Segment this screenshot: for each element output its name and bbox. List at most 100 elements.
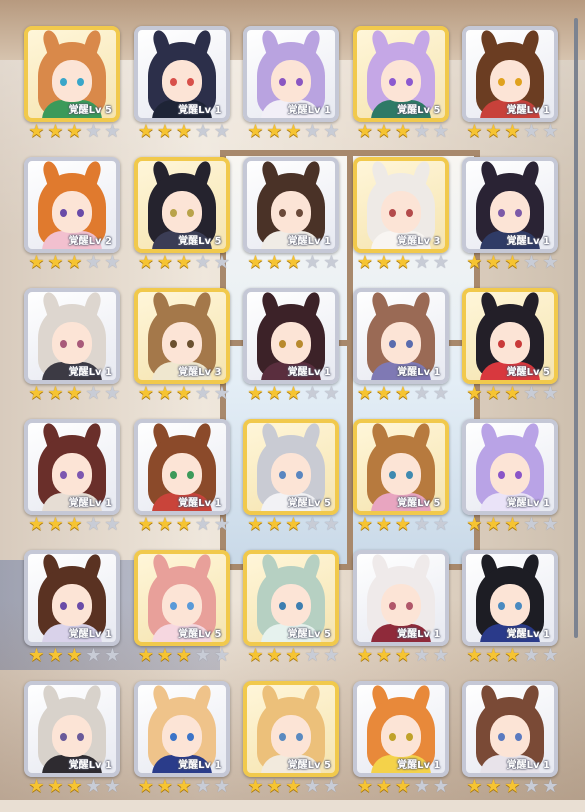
face (161, 191, 202, 233)
character-card[interactable]: 覚醒Lv 1 ★ ★ ★ ★ ★ (352, 288, 451, 419)
character-card[interactable]: 覚醒Lv 5 ★ ★ ★ ★ ★ (243, 419, 340, 550)
card-frame[interactable]: 覚醒Lv 1 (133, 419, 230, 515)
card-frame[interactable]: 覚醒Lv 1 (352, 288, 449, 384)
card-frame[interactable]: 覚醒Lv 1 (243, 157, 339, 253)
awakening-level-label: 覚醒Lv 5 (397, 498, 441, 509)
card-frame[interactable]: 覚醒Lv 1 (24, 288, 120, 384)
star-icon: ★ (247, 514, 264, 535)
character-card[interactable]: 覚醒Lv 1 ★ ★ ★ ★ ★ (243, 288, 340, 419)
eye-right (186, 602, 194, 610)
character-card[interactable]: 覚醒Lv 5 ★ ★ ★ ★ ★ (133, 157, 230, 288)
character-card[interactable]: 覚醒Lv 1 ★ ★ ★ ★ ★ (462, 26, 560, 157)
card-frame[interactable]: 覚醒Lv 5 (243, 550, 339, 646)
card-frame[interactable]: 覚醒Lv 1 (462, 419, 558, 515)
card-frame[interactable]: 覚醒Lv 1 (24, 681, 120, 777)
character-card[interactable]: 覚醒Lv 1 ★ ★ ★ ★ ★ (24, 288, 121, 419)
card-frame[interactable]: 覚醒Lv 5 (352, 419, 449, 515)
eye-right (405, 471, 413, 479)
card-frame[interactable]: 覚醒Lv 1 (462, 681, 558, 777)
card-frame[interactable]: 覚醒Lv 5 (352, 26, 449, 122)
card-frame[interactable]: 覚醒Lv 1 (352, 550, 449, 646)
star-icon: ★ (213, 514, 231, 535)
character-card[interactable]: 覚醒Lv 3 ★ ★ ★ ★ ★ (352, 157, 450, 288)
character-card[interactable]: 覚醒Lv 1 ★ ★ ★ ★ ★ (462, 550, 559, 681)
star-rating: ★ ★ ★ ★ ★ (27, 646, 122, 665)
star-icon: ★ (504, 645, 521, 666)
star-icon: ★ (66, 514, 83, 535)
star-icon: ★ (266, 776, 283, 797)
character-card[interactable]: 覚醒Lv 5 ★ ★ ★ ★ ★ (462, 288, 559, 419)
face (380, 453, 421, 495)
card-frame[interactable]: 覚醒Lv 5 (243, 681, 339, 777)
card-frame[interactable]: 覚醒Lv 3 (133, 288, 230, 384)
character-card[interactable]: 覚醒Lv 1 ★ ★ ★ ★ ★ (133, 26, 230, 157)
character-card[interactable]: 覚醒Lv 2 ★ ★ ★ ★ ★ (24, 157, 121, 288)
awakening-level-label: 覚醒Lv 5 (287, 498, 331, 509)
card-frame[interactable]: 覚醒Lv 1 (462, 26, 558, 122)
eye-left (60, 209, 67, 217)
card-frame[interactable]: 覚醒Lv 1 (133, 26, 230, 122)
star-icon: ★ (432, 252, 450, 273)
eye-left (498, 602, 505, 610)
star-rating: ★ ★ ★ ★ ★ (356, 384, 451, 403)
card-frame[interactable]: 覚醒Lv 2 (24, 157, 120, 253)
character-card[interactable]: 覚醒Lv 5 ★ ★ ★ ★ ★ (243, 681, 340, 812)
star-icon: ★ (394, 776, 412, 797)
character-card[interactable]: 覚醒Lv 1 ★ ★ ★ ★ ★ (24, 681, 121, 812)
star-icon: ★ (28, 776, 45, 797)
character-card[interactable]: 覚醒Lv 1 ★ ★ ★ ★ ★ (243, 157, 340, 288)
face (161, 584, 202, 626)
eye-left (279, 78, 286, 86)
eye-left (388, 78, 396, 86)
character-card[interactable]: 覚醒Lv 1 ★ ★ ★ ★ ★ (133, 419, 232, 550)
character-card[interactable]: 覚醒Lv 1 ★ ★ ★ ★ ★ (352, 550, 449, 681)
character-card[interactable]: 覚醒Lv 1 ★ ★ ★ ★ ★ (462, 419, 560, 550)
star-icon: ★ (28, 383, 45, 404)
character-card[interactable]: 覚醒Lv 5 ★ ★ ★ ★ ★ (133, 550, 231, 681)
card-frame[interactable]: 覚醒Lv 1 (133, 681, 230, 777)
character-card[interactable]: 覚醒Lv 1 ★ ★ ★ ★ ★ (462, 157, 559, 288)
star-rating: ★ ★ ★ ★ ★ (465, 515, 560, 534)
character-card[interactable]: 覚醒Lv 1 ★ ★ ★ ★ ★ (462, 681, 559, 812)
character-card[interactable]: 覚醒Lv 1 ★ ★ ★ ★ ★ (24, 419, 121, 550)
character-card[interactable]: 覚醒Lv 1 ★ ★ ★ ★ ★ (352, 681, 449, 812)
card-frame[interactable]: 覚醒Lv 1 (462, 157, 558, 253)
star-icon: ★ (394, 252, 412, 273)
card-frame[interactable]: 覚醒Lv 5 (24, 26, 120, 122)
card-frame[interactable]: 覚醒Lv 1 (352, 681, 449, 777)
character-card[interactable]: 覚醒Lv 3 ★ ★ ★ ★ ★ (133, 288, 230, 419)
star-icon: ★ (213, 645, 231, 666)
card-frame[interactable]: 覚醒Lv 3 (352, 157, 449, 253)
card-frame[interactable]: 覚醒Lv 1 (24, 419, 120, 515)
character-card[interactable]: 覚醒Lv 5 ★ ★ ★ ★ ★ (352, 26, 449, 157)
star-icon: ★ (542, 383, 559, 404)
card-frame[interactable]: 覚醒Lv 5 (133, 550, 230, 646)
card-frame[interactable]: 覚醒Lv 5 (462, 288, 558, 384)
star-rating: ★ ★ ★ ★ ★ (137, 515, 232, 534)
character-card[interactable]: 覚醒Lv 5 ★ ★ ★ ★ ★ (352, 419, 449, 550)
star-icon: ★ (66, 776, 83, 797)
card-frame[interactable]: 覚醒Lv 5 (243, 419, 339, 515)
star-rating: ★ ★ ★ ★ ★ (465, 122, 560, 141)
character-card[interactable]: 覚醒Lv 5 ★ ★ ★ ★ ★ (24, 26, 121, 157)
scrollbar[interactable] (574, 18, 578, 638)
card-frame[interactable]: 覚醒Lv 1 (462, 550, 558, 646)
character-card[interactable]: 覚醒Lv 1 ★ ★ ★ ★ ★ (243, 26, 340, 157)
star-icon: ★ (304, 776, 321, 797)
card-frame[interactable]: 覚醒Lv 1 (243, 26, 339, 122)
eye-right (296, 733, 303, 741)
face (52, 715, 92, 757)
star-icon: ★ (394, 383, 412, 404)
character-card[interactable]: 覚醒Lv 5 ★ ★ ★ ★ ★ (243, 550, 340, 681)
eye-left (169, 78, 177, 86)
character-card[interactable]: 覚醒Lv 1 ★ ★ ★ ★ ★ (24, 550, 122, 681)
star-icon: ★ (356, 514, 374, 535)
card-frame[interactable]: 覚醒Lv 5 (133, 157, 230, 253)
eye-right (186, 471, 194, 479)
awakening-level-label: 覚醒Lv 5 (287, 629, 331, 640)
card-frame[interactable]: 覚醒Lv 1 (24, 550, 120, 646)
star-icon: ★ (175, 383, 193, 404)
character-card[interactable]: 覚醒Lv 1 ★ ★ ★ ★ ★ (133, 681, 230, 812)
star-icon: ★ (47, 121, 64, 142)
card-frame[interactable]: 覚醒Lv 1 (243, 288, 339, 384)
